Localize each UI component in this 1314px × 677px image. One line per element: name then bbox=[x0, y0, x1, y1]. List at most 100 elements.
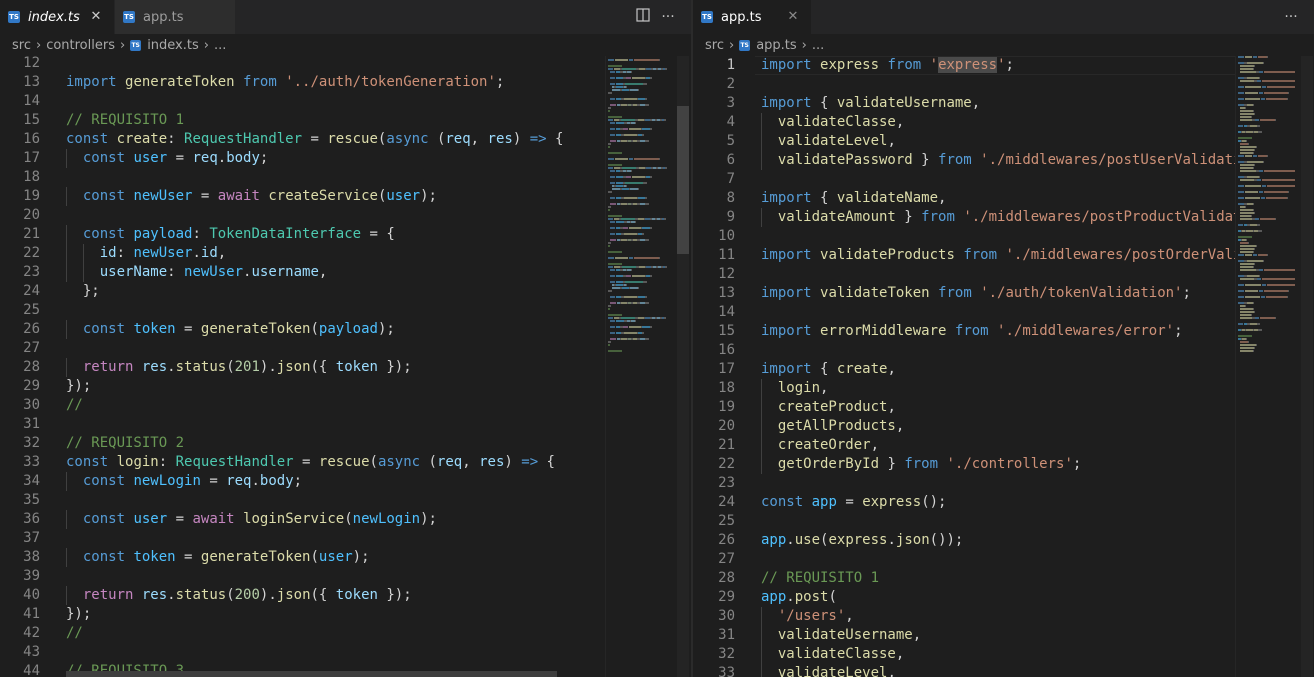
breadcrumb-item-src[interactable]: src bbox=[12, 38, 31, 53]
tab-index-ts[interactable]: TS index.ts ✕ bbox=[0, 0, 114, 34]
code-line[interactable]: const newUser = await createService(user… bbox=[66, 187, 437, 206]
minimap-token bbox=[608, 143, 611, 145]
minimap-token bbox=[642, 326, 650, 328]
minimap-token bbox=[643, 182, 647, 184]
minimap-token bbox=[645, 98, 647, 100]
code-line[interactable]: const token = generateToken(user); bbox=[66, 548, 370, 567]
minimap-token bbox=[1275, 218, 1276, 220]
code-line[interactable]: validateAmount } from './middlewares/pos… bbox=[761, 208, 1235, 227]
code-line[interactable]: login, bbox=[761, 379, 829, 398]
code-line[interactable]: '/users', bbox=[761, 607, 854, 626]
code-line[interactable]: app.use(express.json()); bbox=[761, 531, 963, 550]
code-line[interactable]: getAllProducts, bbox=[761, 417, 904, 436]
minimap-left[interactable] bbox=[605, 56, 678, 677]
minimap-token bbox=[1257, 224, 1260, 226]
minimap-token bbox=[638, 296, 645, 298]
close-icon[interactable]: ✕ bbox=[88, 9, 104, 25]
code-line[interactable]: validateLevel, bbox=[761, 132, 896, 151]
code-line[interactable]: import errorMiddleware from './middlewar… bbox=[761, 322, 1183, 341]
line-number: 23 bbox=[718, 475, 735, 491]
close-icon[interactable]: ✕ bbox=[785, 9, 801, 25]
code-line[interactable]: import validateToken from './auth/tokenV… bbox=[761, 284, 1191, 303]
code-token: return bbox=[82, 587, 134, 603]
code-line[interactable]: const payload: TokenDataInterface = { bbox=[66, 225, 395, 244]
breadcrumb-item-src[interactable]: src bbox=[705, 38, 724, 53]
breadcrumb-item-symbol[interactable]: ... bbox=[812, 38, 824, 53]
breadcrumb-item-controllers[interactable]: controllers bbox=[46, 38, 115, 53]
vertical-scrollbar-right[interactable] bbox=[1301, 56, 1313, 677]
code-token: from bbox=[963, 247, 998, 263]
line-number: 40 bbox=[23, 587, 40, 603]
code-line[interactable]: // REQUISITO 2 bbox=[66, 434, 184, 453]
line-number: 15 bbox=[718, 323, 735, 339]
minimap-token bbox=[1261, 296, 1265, 298]
code-line[interactable]: }; bbox=[66, 282, 100, 301]
minimap-right[interactable] bbox=[1235, 56, 1302, 677]
code-line[interactable]: id: newUser.id, bbox=[66, 244, 226, 263]
code-line[interactable]: // bbox=[66, 624, 83, 643]
split-editor-icon[interactable] bbox=[634, 8, 652, 26]
code-editor-left[interactable]: 12 13 import generateToken from '../auth/t… bbox=[0, 56, 691, 677]
code-token: user bbox=[386, 188, 421, 204]
code-line[interactable]: // REQUISITO 1 bbox=[66, 111, 184, 130]
code-line[interactable]: // REQUISITO 1 bbox=[761, 569, 879, 588]
code-line[interactable]: validateLevel, bbox=[761, 664, 896, 677]
indent-guide bbox=[66, 263, 67, 282]
code-line[interactable]: userName: newUser.username, bbox=[66, 263, 328, 282]
code-line[interactable]: const newLogin = req.body; bbox=[66, 472, 302, 491]
scrollbar-thumb[interactable] bbox=[677, 106, 689, 254]
code-token: const bbox=[82, 511, 126, 527]
breadcrumb-item-symbol[interactable]: ... bbox=[214, 38, 226, 53]
code-line[interactable]: }); bbox=[66, 605, 91, 624]
more-actions-icon[interactable]: ··· bbox=[1282, 8, 1300, 26]
code-token: ' bbox=[929, 57, 939, 73]
code-line[interactable]: const token = generateToken(payload); bbox=[66, 320, 395, 339]
code-line[interactable]: import validateProducts from './middlewa… bbox=[761, 246, 1235, 265]
tab-app-ts[interactable]: TS app.ts ✕ bbox=[693, 0, 811, 34]
code-line[interactable]: validateUsername, bbox=[761, 626, 921, 645]
code-line[interactable]: validatePassword } from './middlewares/p… bbox=[761, 151, 1235, 170]
horizontal-scrollbar-left[interactable] bbox=[66, 671, 557, 677]
code-line[interactable]: createOrder, bbox=[761, 436, 879, 455]
code-editor-right[interactable]: 1 import express from 'express'; 2 3 import … bbox=[693, 56, 1235, 677]
code-token: create bbox=[836, 361, 888, 377]
code-line[interactable]: const user = await loginService(newLogin… bbox=[66, 510, 437, 529]
more-actions-icon[interactable]: ··· bbox=[659, 8, 677, 26]
code-line[interactable]: import { validateUsername, bbox=[761, 94, 980, 113]
code-line[interactable]: const user = req.body; bbox=[66, 149, 269, 168]
code-line[interactable]: import { create, bbox=[761, 360, 896, 379]
code-line[interactable]: const login: RequestHandler = rescue(asy… bbox=[66, 453, 555, 472]
code-line[interactable]: }); bbox=[66, 377, 91, 396]
minimap-token bbox=[1259, 77, 1260, 79]
code-line[interactable]: validateClasse, bbox=[761, 645, 904, 664]
code-token: { bbox=[811, 95, 837, 111]
code-line[interactable]: const create: RequestHandler = rescue (as… bbox=[66, 130, 563, 149]
breadcrumb-item-file[interactable]: app.ts bbox=[756, 38, 796, 53]
code-line[interactable]: import express from 'express'; bbox=[761, 56, 1014, 75]
minimap-token bbox=[1240, 170, 1256, 172]
code-token: validateClasse bbox=[777, 646, 896, 662]
code-line[interactable]: validateClasse, bbox=[761, 113, 904, 132]
breadcrumb-item-file[interactable]: index.ts bbox=[147, 38, 199, 53]
code-line[interactable]: app.post( bbox=[761, 588, 837, 607]
code-line[interactable]: return res.status(200).json({ token }); bbox=[66, 586, 412, 605]
code-line[interactable]: import generateToken from '../auth/token… bbox=[66, 73, 504, 92]
code-token: // bbox=[66, 397, 83, 413]
minimap-token bbox=[631, 71, 632, 73]
minimap-token bbox=[650, 176, 652, 178]
minimap-token bbox=[612, 188, 620, 190]
code-line[interactable]: // bbox=[66, 396, 83, 415]
code-line[interactable]: import { validateName, bbox=[761, 189, 946, 208]
line-number: 31 bbox=[23, 416, 40, 432]
minimap-token bbox=[1262, 185, 1266, 187]
indent-guide bbox=[761, 113, 762, 132]
minimap-token bbox=[621, 317, 635, 319]
vertical-scrollbar-left[interactable] bbox=[677, 56, 689, 677]
code-line[interactable]: createProduct, bbox=[761, 398, 896, 417]
code-line[interactable]: getOrderById } from './controllers'; bbox=[761, 455, 1081, 474]
code-token: rescue bbox=[318, 454, 370, 470]
indent-guide bbox=[66, 320, 67, 339]
tab-app-ts[interactable]: TS app.ts bbox=[115, 0, 235, 34]
code-line[interactable]: const app = express(); bbox=[761, 493, 947, 512]
code-line[interactable]: return res.status(201).json({ token }); bbox=[66, 358, 412, 377]
